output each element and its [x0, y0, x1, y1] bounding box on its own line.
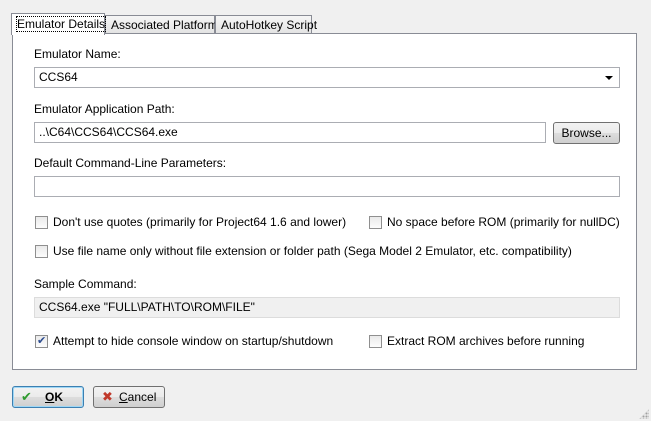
tab-label: Associated Platforms	[111, 18, 224, 32]
no-quotes-checkbox[interactable]	[35, 216, 48, 229]
emulator-name-label: Emulator Name:	[34, 47, 121, 61]
resize-grip-icon[interactable]	[639, 409, 649, 419]
app-path-value: ..\C64\CCS64\CCS64.exe	[39, 125, 178, 139]
no-space-checkbox[interactable]	[369, 216, 382, 229]
app-path-input[interactable]: ..\C64\CCS64\CCS64.exe	[34, 122, 546, 143]
tab-autohotkey-script[interactable]: AutoHotkey Script	[215, 15, 317, 34]
ok-button[interactable]: ✔ OK	[12, 386, 84, 408]
no-quotes-label: Don't use quotes (primarily for Project6…	[53, 215, 347, 229]
no-space-label: No space before ROM (primarily for nullD…	[387, 215, 620, 229]
browse-button[interactable]: Browse...	[553, 122, 620, 144]
extract-rom-checkbox[interactable]	[369, 335, 382, 348]
emulator-name-value: CCS64	[39, 70, 78, 84]
chevron-down-icon[interactable]	[605, 76, 613, 80]
emulator-name-combo[interactable]: CCS64	[34, 67, 620, 88]
tab-associated-platforms[interactable]: Associated Platforms	[105, 15, 224, 34]
extract-rom-label: Extract ROM archives before running	[387, 334, 585, 348]
hide-console-checkbox[interactable]: ✔	[35, 335, 48, 348]
params-input[interactable]	[34, 176, 620, 197]
sample-command-value: CCS64.exe "FULL\PATH\TO\ROM\FILE"	[39, 300, 255, 314]
ok-label: OK	[45, 390, 64, 404]
sample-command-label: Sample Command:	[34, 277, 137, 291]
app-path-label: Emulator Application Path:	[34, 102, 175, 116]
sample-command-field: CCS64.exe "FULL\PATH\TO\ROM\FILE"	[34, 297, 620, 318]
cancel-label: Cancel	[119, 390, 157, 404]
params-label: Default Command-Line Parameters:	[34, 156, 227, 170]
checkmark-icon: ✔	[37, 335, 47, 347]
check-icon: ✔	[21, 389, 32, 404]
hide-console-label: Attempt to hide console window on startu…	[53, 334, 334, 348]
file-name-only-checkbox[interactable]	[35, 245, 48, 258]
emulator-details-panel: Emulator Name: CCS64 Emulator Applicatio…	[12, 33, 637, 370]
tab-label: Emulator Details	[15, 16, 107, 32]
file-name-only-label: Use file name only without file extensio…	[53, 244, 572, 258]
tab-label: AutoHotkey Script	[221, 18, 318, 32]
cancel-button[interactable]: ✖ Cancel	[93, 386, 165, 408]
tab-emulator-details[interactable]: Emulator Details	[11, 13, 107, 35]
cross-icon: ✖	[102, 389, 113, 404]
